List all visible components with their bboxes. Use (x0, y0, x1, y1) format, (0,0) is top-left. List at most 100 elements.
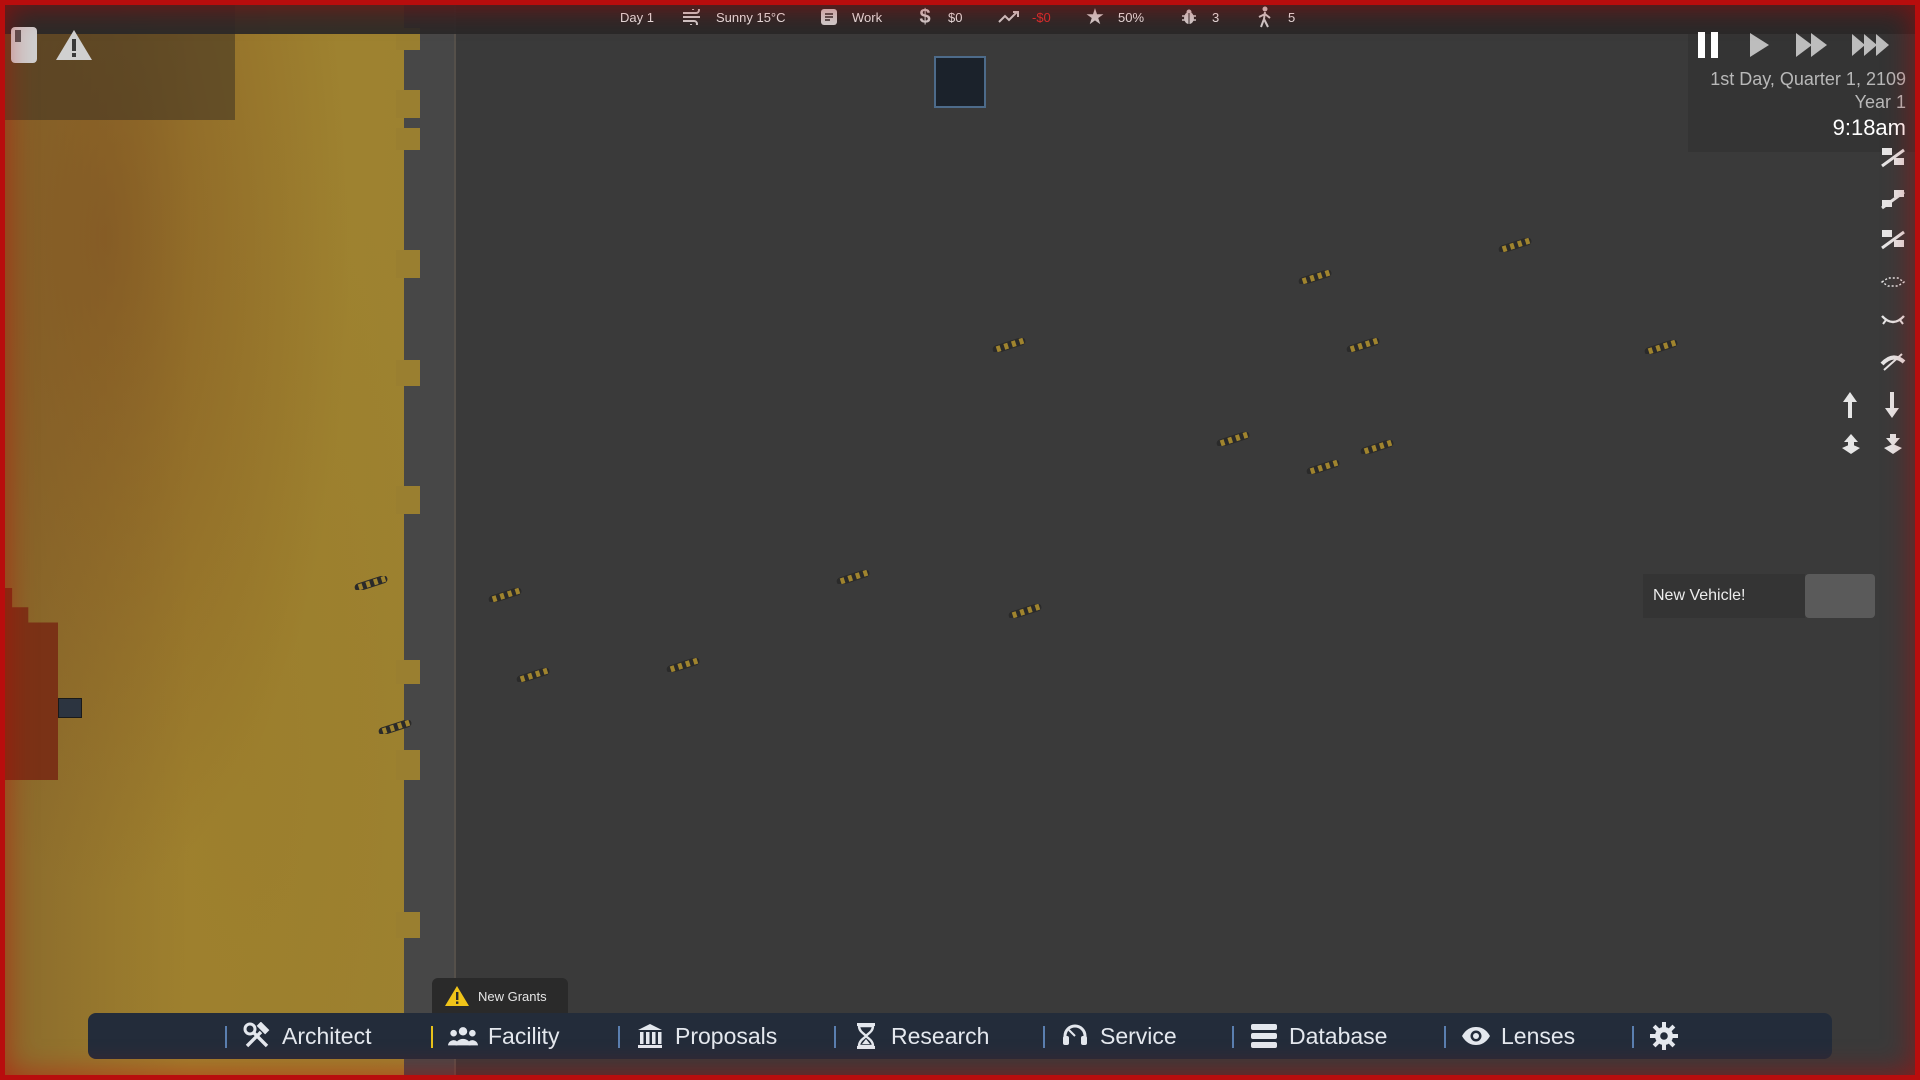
terrain-notch (396, 912, 420, 938)
journal-icon[interactable] (10, 26, 38, 69)
vehicle-sprite[interactable] (1214, 432, 1254, 446)
dollar-icon: $ (919, 5, 931, 28)
income-stat[interactable]: -$0 (998, 0, 1051, 34)
new-grants-label: New Grants (478, 988, 547, 1004)
facility-label: Facility (488, 1022, 560, 1049)
vehicle-sprite[interactable] (1006, 604, 1046, 618)
staff-stat[interactable]: 5 (1254, 0, 1295, 34)
time-label: 9:18am (1832, 115, 1906, 140)
arrow-down-icon[interactable] (1882, 390, 1902, 425)
hourglass-icon (851, 1021, 881, 1051)
floor-up-icon[interactable] (1840, 432, 1862, 461)
proposals-label: Proposals (675, 1022, 778, 1049)
vehicle-sprite[interactable] (1642, 340, 1682, 354)
fastest-forward-button[interactable] (1850, 30, 1894, 65)
money-label: $0 (948, 9, 963, 25)
fast-forward-button[interactable] (1794, 30, 1830, 65)
toolbar-separator (1232, 1026, 1234, 1048)
vehicle-sprite[interactable] (376, 720, 416, 734)
money-stat[interactable]: $ $0 (914, 0, 962, 34)
architect-label: Architect (282, 1022, 372, 1049)
clipboard-icon (818, 6, 840, 28)
trend-up-icon (998, 6, 1020, 28)
toolbar-separator (1444, 1026, 1446, 1048)
vehicle-sprite[interactable] (514, 668, 554, 682)
new-vehicle-notification[interactable]: New Vehicle! (1643, 574, 1875, 618)
lenses-label: Lenses (1501, 1022, 1576, 1049)
stair-floor-icon[interactable] (1880, 146, 1906, 173)
gear-icon (1649, 1021, 1679, 1051)
floor-down-icon[interactable] (1882, 432, 1904, 461)
warning-icon (444, 985, 470, 1007)
new-grants-tab[interactable]: New Grants (432, 978, 568, 1014)
settings-button[interactable] (1649, 1013, 1689, 1059)
toolbar-separator (1632, 1026, 1634, 1048)
bugs-label: 3 (1212, 9, 1220, 25)
research-label: Research (891, 1022, 990, 1049)
database-button[interactable]: Database (1249, 1013, 1387, 1059)
person-walking-icon (1254, 6, 1276, 28)
game-viewport[interactable]: Day 1 Sunny 15°C Work $ $0 -$0 ★ 50% 3 5… (0, 0, 1920, 1080)
income-label: -$0 (1032, 9, 1051, 25)
notification-action-button[interactable] (1805, 574, 1875, 618)
wall-hide-icon[interactable] (1880, 352, 1906, 377)
bugs-stat[interactable]: 3 (1178, 0, 1219, 34)
service-button[interactable]: Service (1060, 1013, 1177, 1059)
architect-button[interactable]: Architect (242, 1013, 371, 1059)
bug-icon (1178, 6, 1200, 28)
vehicle-sprite[interactable] (1304, 460, 1344, 474)
bottom-toolbar: Architect Facility Proposals Research Se… (88, 1013, 1832, 1059)
rating-stat[interactable]: ★ 50% (1084, 0, 1144, 34)
shift-stat[interactable]: Work (818, 0, 882, 34)
lenses-button[interactable]: Lenses (1461, 1013, 1575, 1059)
toolbar-separator (431, 1026, 433, 1048)
toolbar-separator (225, 1026, 227, 1048)
vehicle-sprite[interactable] (990, 338, 1030, 352)
vehicle-sprite[interactable] (1344, 338, 1384, 352)
selection-square[interactable] (934, 56, 986, 108)
staff-label: 5 (1288, 9, 1296, 25)
date-time-display: 1st Day, Quarter 1, 2109 Year 1 9:18am (1710, 68, 1906, 142)
shift-label: Work (852, 9, 883, 25)
terrain-notch (396, 360, 420, 386)
terrain-notch (396, 486, 420, 514)
structure-object (58, 698, 82, 718)
vehicle-sprite[interactable] (1296, 270, 1336, 284)
vehicle-sprite[interactable] (486, 588, 526, 602)
day-stat[interactable]: Day 1 (620, 0, 654, 34)
stair-floor-icon[interactable] (1880, 228, 1906, 255)
people-icon (448, 1021, 478, 1051)
play-button[interactable] (1746, 30, 1772, 65)
service-label: Service (1100, 1022, 1177, 1049)
database-icon (1249, 1021, 1279, 1051)
pause-button[interactable] (1696, 30, 1722, 65)
star-icon: ★ (1085, 4, 1105, 29)
weather-stat[interactable]: Sunny 15°C (682, 0, 786, 34)
weather-label: Sunny 15°C (716, 9, 786, 25)
year-label: Year 1 (1854, 92, 1906, 112)
wall-outline-icon[interactable] (1880, 274, 1906, 295)
sand-terrain (0, 0, 420, 1080)
proposals-button[interactable]: Proposals (635, 1013, 777, 1059)
day-label: Day 1 (620, 9, 654, 25)
toolbar-separator (618, 1026, 620, 1048)
vehicle-sprite[interactable] (834, 570, 874, 584)
research-button[interactable]: Research (851, 1013, 989, 1059)
notification-label: New Vehicle! (1643, 574, 1805, 618)
date-label: 1st Day, Quarter 1, 2109 (1710, 69, 1906, 89)
status-bar: Day 1 Sunny 15°C Work $ $0 -$0 ★ 50% 3 5 (0, 0, 1920, 34)
terrain-notch (396, 250, 420, 278)
wind-icon (682, 6, 704, 28)
vehicle-sprite[interactable] (1496, 238, 1536, 252)
arrow-up-icon[interactable] (1840, 390, 1860, 425)
warning-icon[interactable] (54, 28, 94, 67)
wall-curve-icon[interactable] (1880, 312, 1906, 333)
terrain-notch (396, 750, 420, 780)
facility-button[interactable]: Facility (448, 1013, 560, 1059)
vehicle-sprite[interactable] (1358, 440, 1398, 454)
terrain-notch (396, 90, 420, 118)
vehicle-sprite[interactable] (352, 576, 392, 590)
vehicle-sprite[interactable] (664, 658, 704, 672)
stair-floor-icon[interactable] (1880, 188, 1906, 215)
toolbar-separator (834, 1026, 836, 1048)
